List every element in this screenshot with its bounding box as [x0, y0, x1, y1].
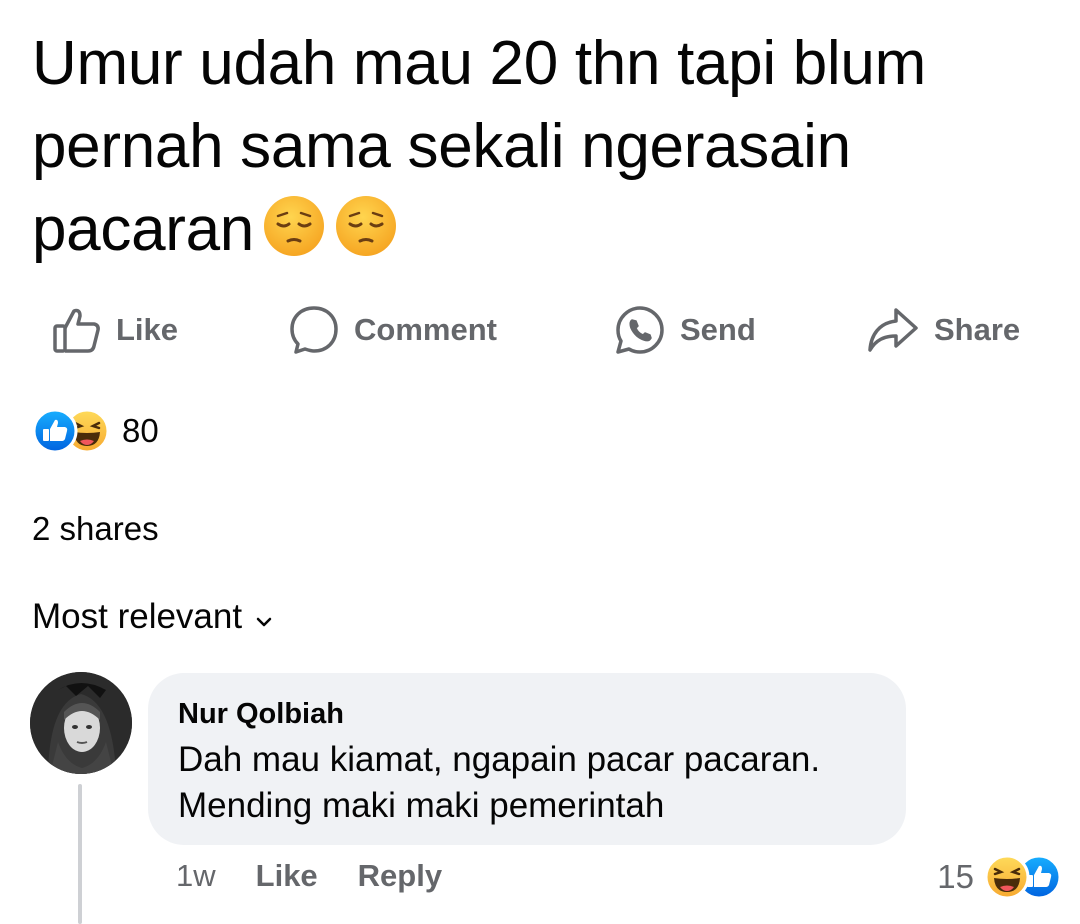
- comment-author[interactable]: Nur Qolbiah: [178, 695, 876, 733]
- avatar[interactable]: [30, 672, 132, 774]
- post-text: Umur udah mau 20 thn tapi blum pernah sa…: [32, 22, 1062, 279]
- haha-reaction-icon: [984, 854, 1030, 905]
- reactions-summary[interactable]: 80: [32, 408, 159, 454]
- comment-bubble[interactable]: Nur Qolbiah Dah mau kiamat, ngapain paca…: [148, 673, 906, 845]
- comment-label: Comment: [354, 312, 497, 347]
- reaction-count: 80: [122, 412, 159, 449]
- like-label: Like: [116, 312, 179, 347]
- comment-bubble-icon: [288, 304, 340, 356]
- comment-reactions[interactable]: 15: [937, 854, 1062, 900]
- pensive-face-icon: [262, 194, 326, 279]
- comment-meta: 1w Like Reply: [176, 858, 442, 894]
- chevron-down-icon: [256, 597, 272, 637]
- comment-like-button[interactable]: Like: [256, 858, 318, 894]
- comment-reply-button[interactable]: Reply: [358, 858, 442, 894]
- send-label: Send: [680, 312, 756, 347]
- pensive-face-icon: [334, 194, 398, 279]
- whatsapp-icon: [614, 304, 666, 356]
- share-label: Share: [934, 312, 1021, 347]
- thumbs-up-icon: [52, 305, 102, 355]
- comment-sort-dropdown[interactable]: Most relevant: [32, 597, 272, 637]
- thread-line: [78, 784, 82, 924]
- comment-reaction-count: 15: [937, 858, 974, 895]
- post-body: Umur udah mau 20 thn tapi blum pernah sa…: [32, 29, 926, 264]
- sort-label: Most relevant: [32, 597, 243, 636]
- send-button[interactable]: Send: [614, 300, 756, 360]
- reaction-icons: [32, 408, 112, 454]
- comment-timestamp[interactable]: 1w: [176, 858, 216, 894]
- post-action-bar: Like Comment Send Share: [0, 300, 1080, 360]
- comment-button[interactable]: Comment: [288, 300, 497, 360]
- comment-reaction-icons: [984, 854, 1062, 900]
- shares-count[interactable]: 2 shares: [32, 510, 159, 548]
- share-arrow-icon: [866, 305, 920, 355]
- comment-text: Dah mau kiamat, ngapain pacar pacaran. M…: [178, 740, 821, 825]
- share-button[interactable]: Share: [866, 300, 1020, 360]
- like-button[interactable]: Like: [52, 300, 178, 360]
- like-reaction-icon: [32, 408, 78, 459]
